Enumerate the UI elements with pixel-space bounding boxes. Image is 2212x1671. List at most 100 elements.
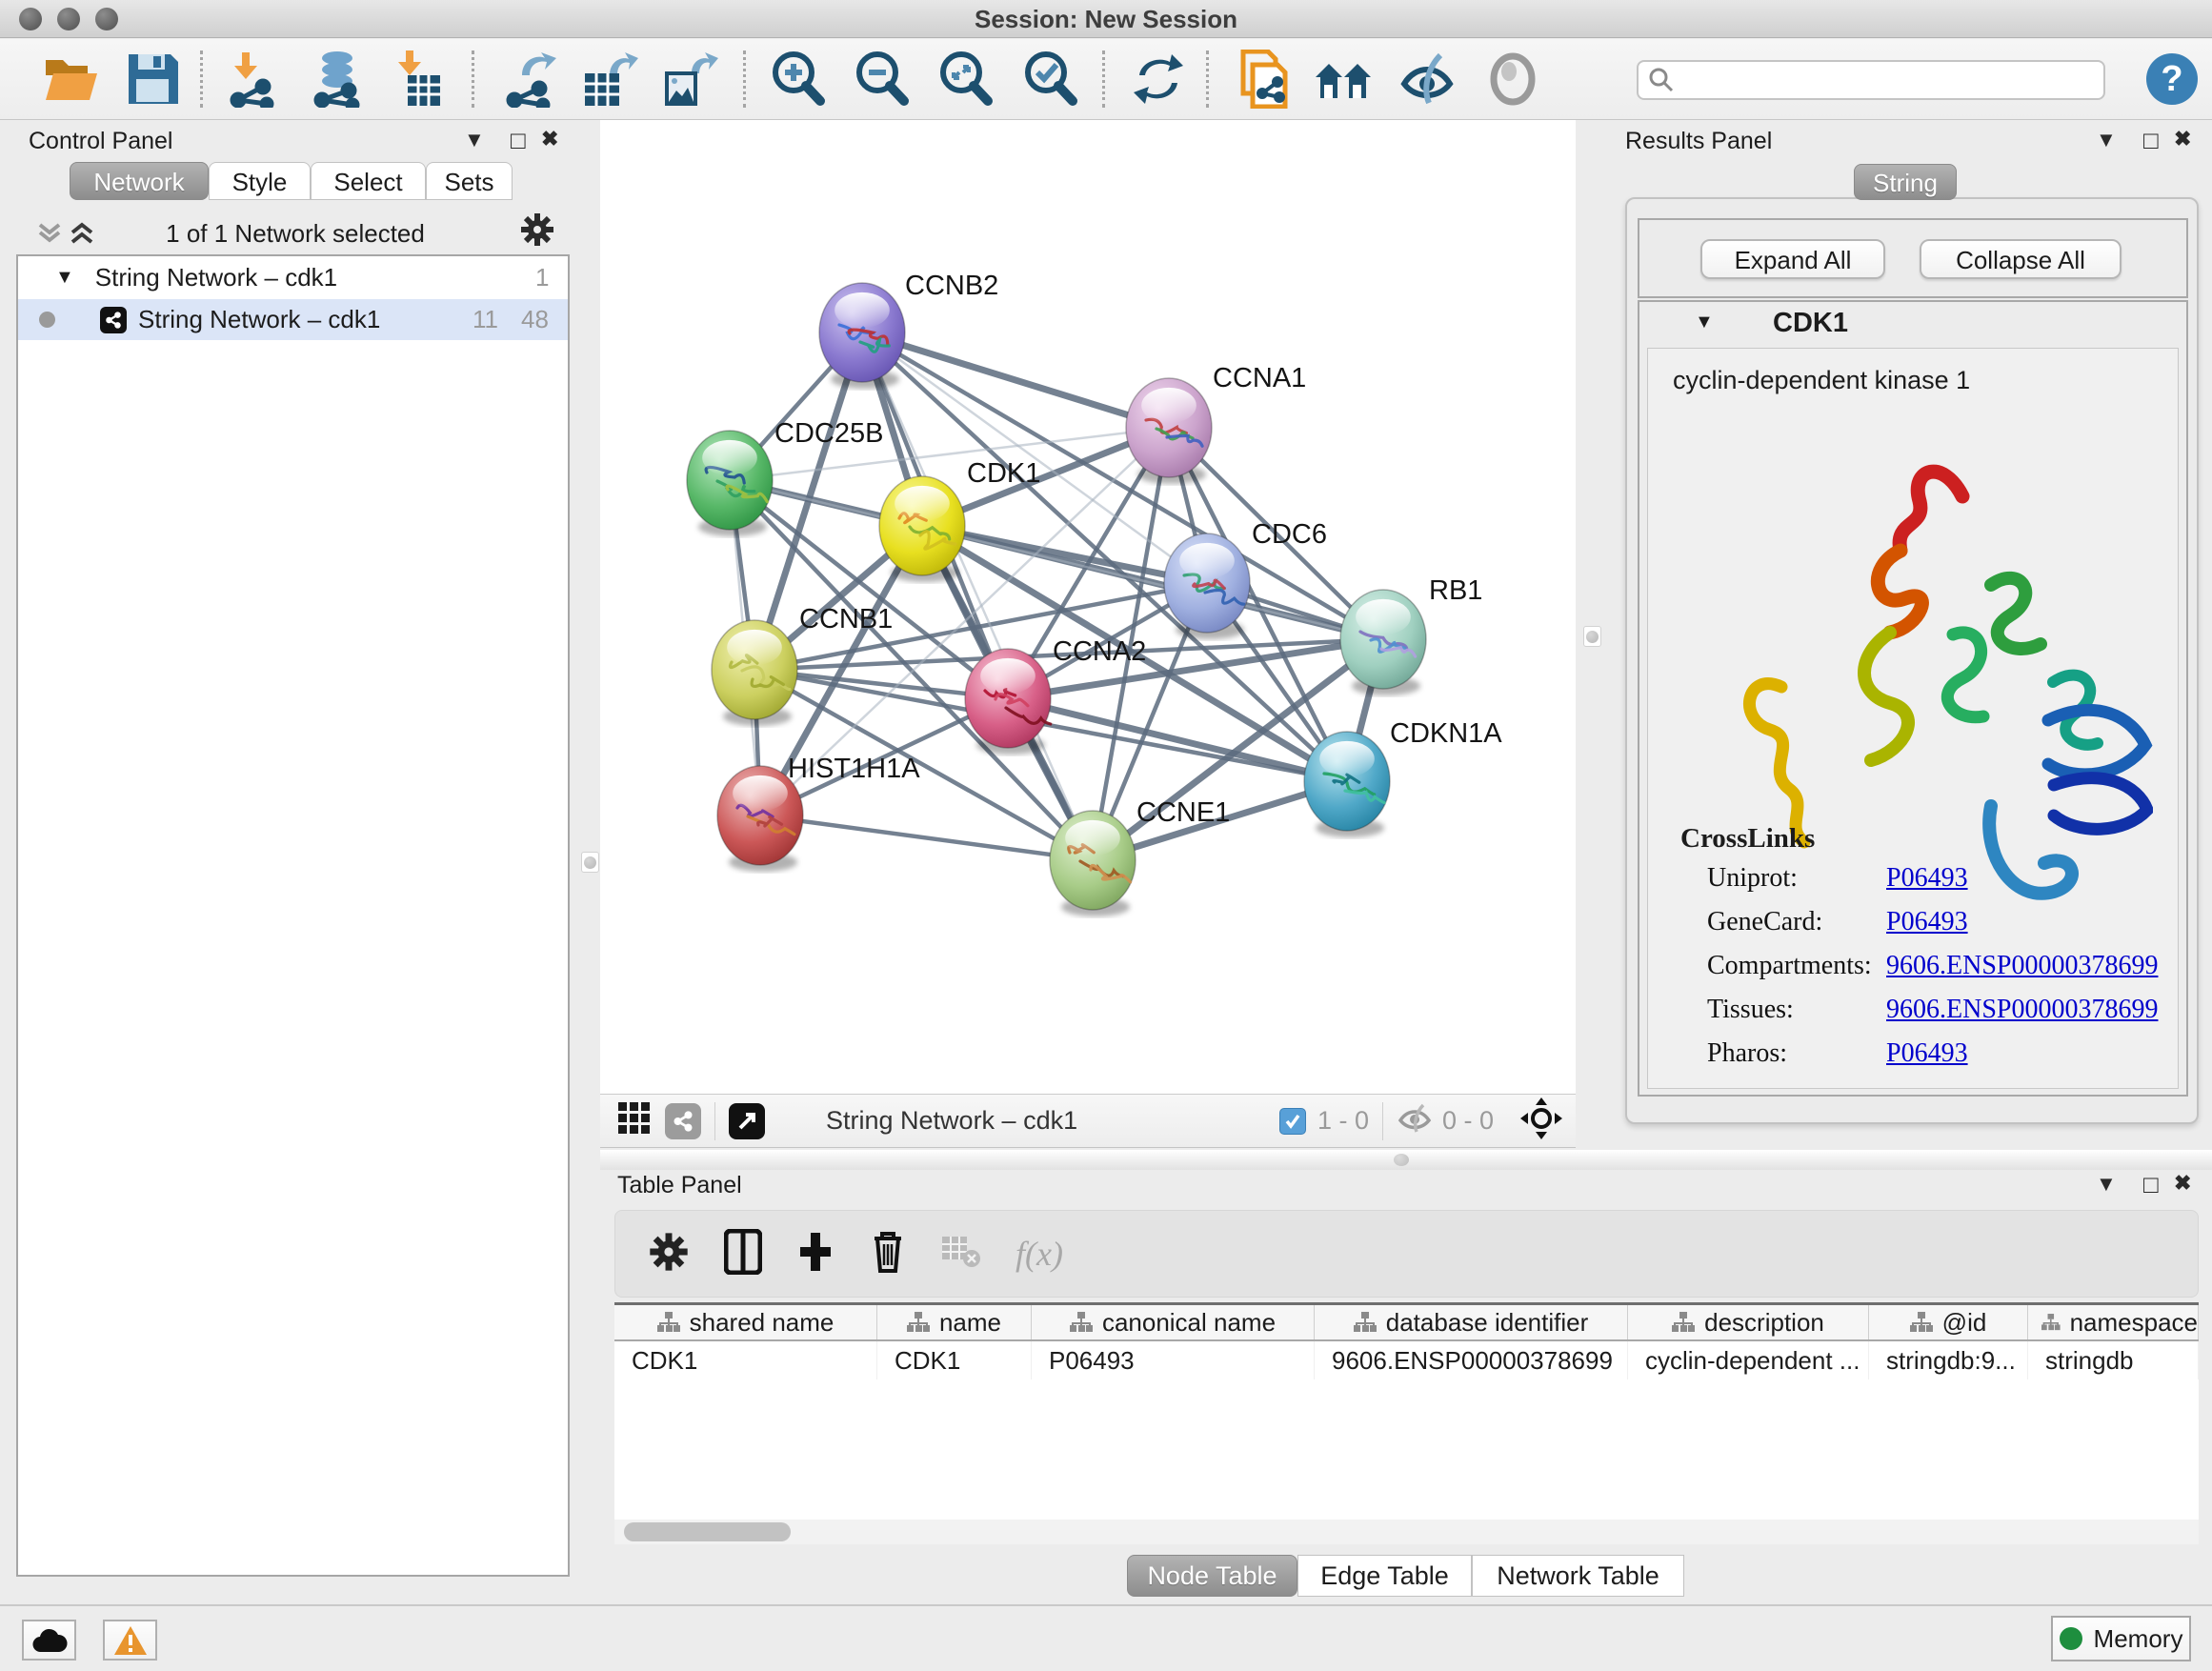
network-node-cdc25b[interactable] <box>687 431 773 536</box>
left-splitter-grip[interactable] <box>581 852 599 873</box>
refresh-icon[interactable] <box>1128 49 1189 110</box>
crosslink-uniprot-link[interactable]: P06493 <box>1886 863 1968 894</box>
column-type-icon <box>1910 1312 1933 1333</box>
crosslink-label: GeneCard: <box>1707 907 1822 937</box>
memory-button[interactable]: Memory <box>2051 1616 2191 1661</box>
import-network-file-icon[interactable] <box>223 49 284 110</box>
column-type-icon <box>907 1312 930 1333</box>
cloud-services-button[interactable] <box>22 1620 76 1661</box>
search-input[interactable] <box>1675 66 2084 94</box>
zoom-selected-icon[interactable] <box>1020 49 1081 110</box>
table-header-row: shared name name canonical name database… <box>614 1305 2199 1341</box>
copy-network-icon[interactable] <box>1235 49 1296 110</box>
tab-network[interactable]: Network <box>70 162 209 200</box>
network-row-selected[interactable]: String Network – cdk1 11 48 <box>18 299 568 340</box>
network-collection-row[interactable]: ▼ String Network – cdk1 1 <box>18 256 568 299</box>
tab-node-table[interactable]: Node Table <box>1127 1555 1297 1597</box>
fit-content-crosshair-icon[interactable] <box>1520 1097 1562 1144</box>
network-node-cdk1[interactable] <box>879 476 965 582</box>
column-header[interactable]: canonical name <box>1032 1305 1315 1339</box>
network-node-cdkn1a[interactable] <box>1304 732 1390 837</box>
import-table-icon[interactable] <box>387 49 448 110</box>
delete-table-icon[interactable] <box>941 1236 981 1273</box>
warnings-button[interactable] <box>103 1620 157 1661</box>
table-row[interactable]: CDK1 CDK1 P06493 9606.ENSP00000378699 cy… <box>614 1341 2199 1379</box>
table-panel-collapse-icon[interactable]: ▼ <box>2096 1172 2117 1197</box>
right-splitter-grip[interactable] <box>1583 626 1601 647</box>
results-panel-collapse-icon[interactable]: ▼ <box>2096 128 2117 152</box>
results-panel-close-icon[interactable]: ✖ <box>2174 127 2191 151</box>
crosslink-compartments-link[interactable]: 9606.ENSP00000378699 <box>1886 951 2158 981</box>
column-header[interactable]: namespace <box>2028 1305 2199 1339</box>
crosslink-genecard-link[interactable]: P06493 <box>1886 907 1968 937</box>
view-grid-icon[interactable] <box>617 1101 652 1140</box>
collection-count: 1 <box>535 263 549 292</box>
tab-sets[interactable]: Sets <box>426 162 513 200</box>
help-icon[interactable]: ? <box>2142 49 2202 110</box>
scrollbar-thumb[interactable] <box>624 1522 791 1541</box>
network-node-rb1[interactable] <box>1340 590 1426 695</box>
export-table-icon[interactable] <box>579 49 640 110</box>
function-builder-icon[interactable]: f(x) <box>1016 1234 1063 1274</box>
network-node-ccna1[interactable] <box>1126 378 1212 484</box>
export-image-icon[interactable] <box>659 49 720 110</box>
table-panel-float-icon[interactable]: □ <box>2143 1170 2159 1199</box>
add-column-icon[interactable] <box>796 1229 835 1279</box>
network-node-ccne1[interactable] <box>1050 811 1136 916</box>
save-session-icon[interactable] <box>122 49 183 110</box>
export-network-icon[interactable] <box>501 49 562 110</box>
cdk1-description: cyclin-dependent kinase 1 <box>1673 366 1970 395</box>
horizontal-splitter[interactable] <box>600 1150 2212 1170</box>
horizontal-splitter-grip[interactable] <box>1394 1154 1409 1166</box>
table-horizontal-scrollbar[interactable] <box>614 1520 2199 1544</box>
cdk1-expand-icon[interactable]: ▼ <box>1695 312 1714 333</box>
crosslink-tissues-link[interactable]: 9606.ENSP00000378699 <box>1886 995 2158 1025</box>
expand-all-networks-icon[interactable] <box>69 221 95 251</box>
results-panel-float-icon[interactable]: □ <box>2143 126 2159 155</box>
network-edge[interactable] <box>760 815 1093 860</box>
node-label-cdc25b: CDC25B <box>774 418 883 449</box>
home-neighbors-icon[interactable] <box>1313 49 1374 110</box>
selected-checkbox-icon[interactable] <box>1279 1108 1306 1135</box>
control-panel-float-icon[interactable]: □ <box>511 126 526 155</box>
network-graph[interactable]: CCNB2CCNA1CDC25BCDK1CDC6RB1CCNB1CCNA2CDK… <box>600 120 1576 1094</box>
column-header[interactable]: description <box>1628 1305 1869 1339</box>
delete-column-icon[interactable] <box>869 1229 907 1279</box>
table-settings-gear-icon[interactable] <box>648 1231 690 1278</box>
node-label-ccnb1: CCNB1 <box>799 604 893 634</box>
tab-style[interactable]: Style <box>209 162 311 200</box>
network-node-ccnb2[interactable] <box>819 283 905 389</box>
hide-unhide-icon[interactable] <box>1397 49 1458 110</box>
tab-network-table[interactable]: Network Table <box>1472 1555 1684 1597</box>
column-header[interactable]: @id <box>1869 1305 2028 1339</box>
control-panel-collapse-icon[interactable]: ▼ <box>464 128 485 152</box>
column-header[interactable]: database identifier <box>1315 1305 1628 1339</box>
column-header[interactable]: name <box>877 1305 1032 1339</box>
crosslink-pharos-link[interactable]: P06493 <box>1886 1038 1968 1069</box>
search-box[interactable] <box>1637 60 2105 100</box>
network-edge[interactable] <box>862 332 1169 428</box>
eye-icon[interactable] <box>1482 49 1543 110</box>
network-node-ccnb1[interactable] <box>712 620 797 726</box>
zoom-in-icon[interactable] <box>768 49 829 110</box>
tab-edge-table[interactable]: Edge Table <box>1297 1555 1472 1597</box>
tab-select[interactable]: Select <box>311 162 426 200</box>
collapse-all-button[interactable]: Collapse All <box>1920 239 2122 279</box>
show-columns-icon[interactable] <box>724 1229 762 1279</box>
network-options-gear-icon[interactable] <box>519 211 555 252</box>
view-network-type-icon[interactable] <box>665 1103 701 1139</box>
string-results-container: Expand All Collapse All ▼ CDK1 cyclin-de… <box>1625 197 2199 1124</box>
collection-expand-icon[interactable]: ▼ <box>55 267 74 289</box>
zoom-fit-icon[interactable] <box>935 49 996 110</box>
control-panel-close-icon[interactable]: ✖ <box>541 127 558 151</box>
import-network-database-icon[interactable] <box>307 49 368 110</box>
column-header[interactable]: shared name <box>614 1305 877 1339</box>
tab-string-results[interactable]: String <box>1854 164 1957 200</box>
open-view-icon[interactable] <box>729 1103 765 1139</box>
network-canvas[interactable]: CCNB2CCNA1CDC25BCDK1CDC6RB1CCNB1CCNA2CDK… <box>600 120 1576 1094</box>
expand-all-button[interactable]: Expand All <box>1700 239 1885 279</box>
zoom-out-icon[interactable] <box>852 49 913 110</box>
open-session-icon[interactable] <box>40 49 101 110</box>
collapse-all-networks-icon[interactable] <box>36 221 63 251</box>
table-panel-close-icon[interactable]: ✖ <box>2174 1171 2191 1196</box>
